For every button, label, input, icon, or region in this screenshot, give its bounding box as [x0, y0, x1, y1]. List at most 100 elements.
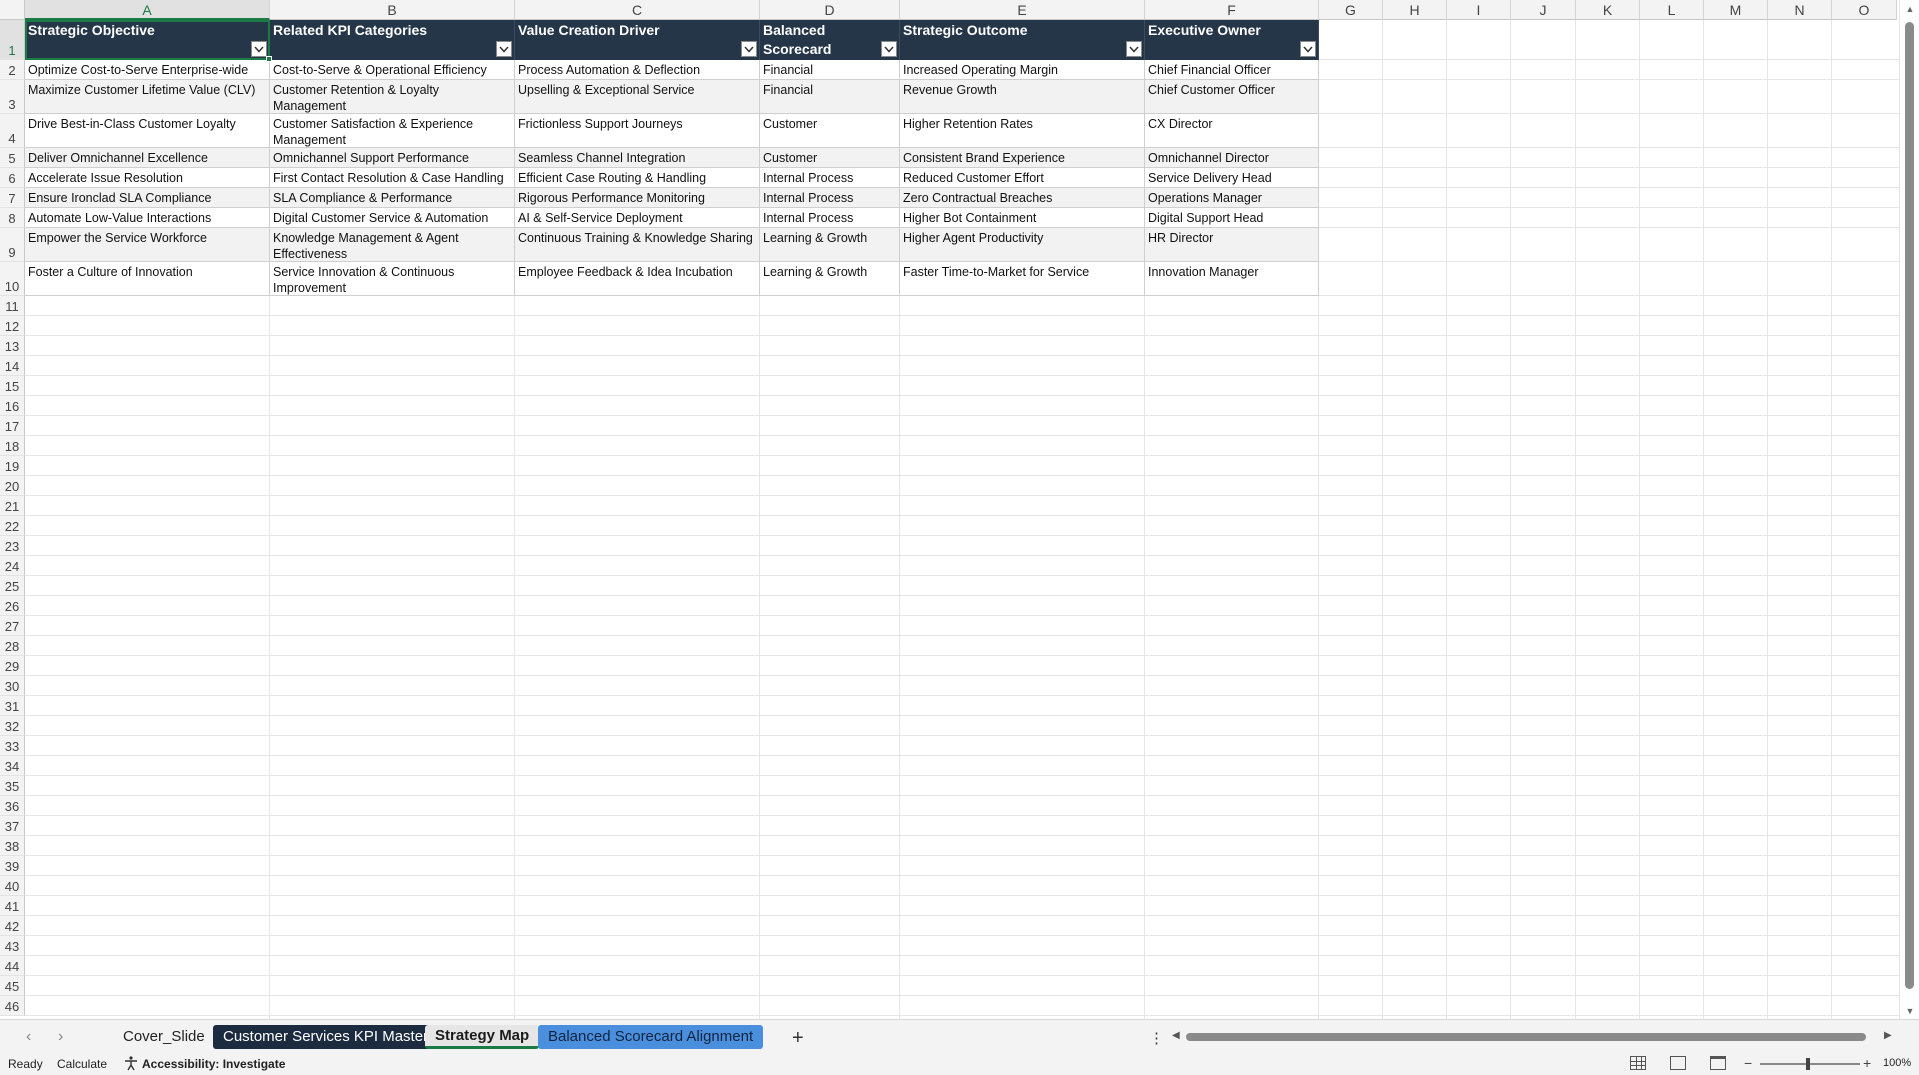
- table-header-cell[interactable]: Balanced Scorecard Perspective: [760, 20, 900, 60]
- column-header-e[interactable]: E: [900, 0, 1145, 20]
- filter-dropdown-icon[interactable]: [881, 41, 897, 57]
- column-header-j[interactable]: J: [1511, 0, 1576, 20]
- table-cell[interactable]: Optimize Cost-to-Serve Enterprise-wide: [25, 60, 270, 80]
- select-all-corner[interactable]: [0, 0, 25, 20]
- table-cell[interactable]: Chief Financial Officer: [1145, 60, 1319, 80]
- column-header-b[interactable]: B: [270, 0, 515, 20]
- filter-dropdown-icon[interactable]: [251, 41, 267, 57]
- normal-view-icon[interactable]: [1630, 1056, 1646, 1070]
- table-cell[interactable]: Empower the Service Workforce: [25, 228, 270, 262]
- column-header-k[interactable]: K: [1576, 0, 1640, 20]
- table-cell[interactable]: Internal Process: [760, 208, 900, 228]
- scroll-down-icon[interactable]: ▼: [1900, 1006, 1919, 1016]
- row-header-46[interactable]: 46: [0, 996, 25, 1016]
- row-header-12[interactable]: 12: [0, 316, 25, 336]
- row-header-5[interactable]: 5: [0, 148, 25, 168]
- row-header-24[interactable]: 24: [0, 556, 25, 576]
- row-header-3[interactable]: 3: [0, 80, 25, 114]
- table-cell[interactable]: Customer Satisfaction & Experience Manag…: [270, 114, 515, 148]
- row-header-10[interactable]: 10: [0, 262, 25, 296]
- zoom-in-icon[interactable]: +: [1863, 1055, 1871, 1071]
- table-cell[interactable]: SLA Compliance & Performance: [270, 188, 515, 208]
- row-header-43[interactable]: 43: [0, 936, 25, 956]
- row-header-29[interactable]: 29: [0, 656, 25, 676]
- next-sheet-icon[interactable]: ›: [58, 1028, 63, 1046]
- table-header-cell[interactable]: Strategic Objective: [25, 20, 270, 60]
- zoom-slider-knob[interactable]: [1806, 1058, 1810, 1070]
- table-cell[interactable]: Seamless Channel Integration: [515, 148, 760, 168]
- prev-sheet-icon[interactable]: ‹: [26, 1028, 31, 1046]
- table-cell[interactable]: Digital Customer Service & Automation: [270, 208, 515, 228]
- table-cell[interactable]: Digital Support Head: [1145, 208, 1319, 228]
- row-header-13[interactable]: 13: [0, 336, 25, 356]
- row-header-41[interactable]: 41: [0, 896, 25, 916]
- table-cell[interactable]: Customer Retention & Loyalty Management: [270, 80, 515, 114]
- table-cell[interactable]: Operations Manager: [1145, 188, 1319, 208]
- table-cell[interactable]: CX Director: [1145, 114, 1319, 148]
- table-cell[interactable]: Employee Feedback & Idea Incubation: [515, 262, 760, 296]
- table-cell[interactable]: Zero Contractual Breaches: [900, 188, 1145, 208]
- row-header-30[interactable]: 30: [0, 676, 25, 696]
- row-header-19[interactable]: 19: [0, 456, 25, 476]
- row-header-40[interactable]: 40: [0, 876, 25, 896]
- table-header-cell[interactable]: Value Creation Driver: [515, 20, 760, 60]
- table-cell[interactable]: Upselling & Exceptional Service: [515, 80, 760, 114]
- sheet-list-menu-icon[interactable]: ⋮: [1149, 1029, 1164, 1047]
- column-header-l[interactable]: L: [1640, 0, 1704, 20]
- table-cell[interactable]: Process Automation & Deflection: [515, 60, 760, 80]
- table-cell[interactable]: First Contact Resolution & Case Handling: [270, 168, 515, 188]
- table-cell[interactable]: Accelerate Issue Resolution: [25, 168, 270, 188]
- table-cell[interactable]: Higher Retention Rates: [900, 114, 1145, 148]
- row-header-15[interactable]: 15: [0, 376, 25, 396]
- scroll-right-icon[interactable]: ▶: [1884, 1030, 1892, 1041]
- table-cell[interactable]: Financial: [760, 80, 900, 114]
- table-cell[interactable]: Service Innovation & Continuous Improvem…: [270, 262, 515, 296]
- column-header-i[interactable]: I: [1447, 0, 1511, 20]
- vertical-scroll-thumb[interactable]: [1905, 22, 1914, 989]
- scroll-up-icon[interactable]: ▲: [1900, 4, 1919, 14]
- table-cell[interactable]: Customer: [760, 114, 900, 148]
- table-cell[interactable]: AI & Self-Service Deployment: [515, 208, 760, 228]
- sheet-tab-cover-slide[interactable]: Cover_Slide: [113, 1025, 215, 1049]
- column-header-c[interactable]: C: [515, 0, 760, 20]
- table-cell[interactable]: Internal Process: [760, 188, 900, 208]
- table-header-cell[interactable]: Executive Owner: [1145, 20, 1319, 60]
- table-cell[interactable]: Financial: [760, 60, 900, 80]
- table-cell[interactable]: Customer: [760, 148, 900, 168]
- column-header-n[interactable]: N: [1768, 0, 1832, 20]
- table-header-cell[interactable]: Related KPI Categories: [270, 20, 515, 60]
- table-cell[interactable]: Revenue Growth: [900, 80, 1145, 114]
- row-header-17[interactable]: 17: [0, 416, 25, 436]
- table-cell[interactable]: Deliver Omnichannel Excellence: [25, 148, 270, 168]
- table-cell[interactable]: Continuous Training & Knowledge Sharing: [515, 228, 760, 262]
- column-header-f[interactable]: F: [1145, 0, 1319, 20]
- table-cell[interactable]: Frictionless Support Journeys: [515, 114, 760, 148]
- page-break-preview-icon[interactable]: [1710, 1056, 1726, 1070]
- row-header-38[interactable]: 38: [0, 836, 25, 856]
- table-cell[interactable]: Higher Agent Productivity: [900, 228, 1145, 262]
- column-header-g[interactable]: G: [1319, 0, 1383, 20]
- add-sheet-button[interactable]: +: [792, 1027, 804, 1050]
- row-header-18[interactable]: 18: [0, 436, 25, 456]
- table-cell[interactable]: Foster a Culture of Innovation: [25, 262, 270, 296]
- row-header-7[interactable]: 7: [0, 188, 25, 208]
- column-header-m[interactable]: M: [1704, 0, 1768, 20]
- column-header-a[interactable]: A: [25, 0, 270, 20]
- table-cell[interactable]: Automate Low-Value Interactions: [25, 208, 270, 228]
- column-header-d[interactable]: D: [760, 0, 900, 20]
- table-cell[interactable]: Omnichannel Director: [1145, 148, 1319, 168]
- table-cell[interactable]: Omnichannel Support Performance: [270, 148, 515, 168]
- table-header-cell[interactable]: Strategic Outcome: [900, 20, 1145, 60]
- row-header-26[interactable]: 26: [0, 596, 25, 616]
- table-cell[interactable]: Faster Time-to-Market for Service: [900, 262, 1145, 296]
- row-header-35[interactable]: 35: [0, 776, 25, 796]
- row-header-9[interactable]: 9: [0, 228, 25, 262]
- zoom-level[interactable]: 100%: [1883, 1057, 1911, 1069]
- row-header-2[interactable]: 2: [0, 60, 25, 80]
- row-header-42[interactable]: 42: [0, 916, 25, 936]
- column-header-o[interactable]: O: [1832, 0, 1897, 20]
- row-header-45[interactable]: 45: [0, 976, 25, 996]
- table-cell[interactable]: Learning & Growth: [760, 262, 900, 296]
- table-cell[interactable]: Internal Process: [760, 168, 900, 188]
- column-header-h[interactable]: H: [1383, 0, 1447, 20]
